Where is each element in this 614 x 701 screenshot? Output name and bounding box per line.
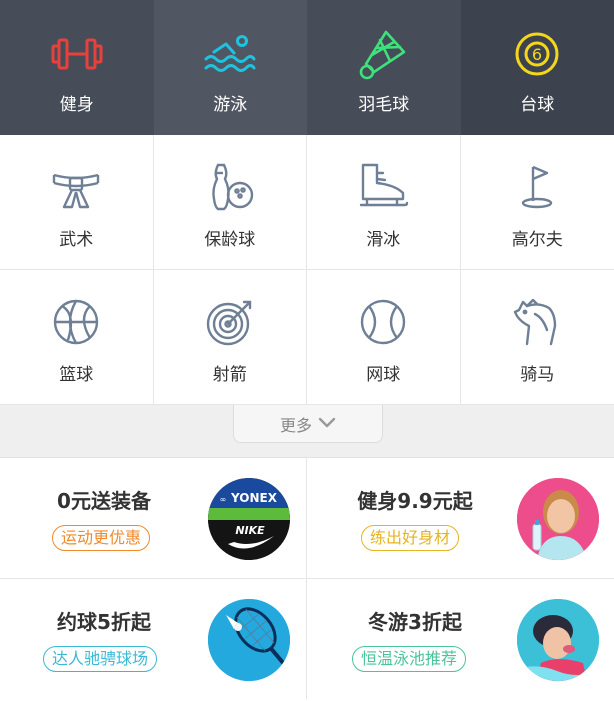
featured-sports-row: 健身 游泳 羽毛球 6 台球 <box>0 0 614 135</box>
sport-label: 健身 <box>59 95 94 115</box>
sport-label: 射箭 <box>212 365 247 385</box>
sport-label: 保龄球 <box>204 230 256 250</box>
promo-card-free-gear[interactable]: 0元送装备 运动更优惠 YONEX ∞ NIKE <box>0 458 307 578</box>
sports-grid-row: 武术 保龄球 滑冰 高尔夫 <box>0 135 614 270</box>
sport-item-swimming[interactable]: 游泳 <box>153 0 307 135</box>
swimmer-icon <box>202 26 258 82</box>
sport-item-badminton[interactable]: 羽毛球 <box>307 0 461 135</box>
promo-row: 0元送装备 运动更优惠 YONEX ∞ NIKE 健身9.9元起 练出好身材 <box>0 458 614 579</box>
sport-label: 武术 <box>59 230 94 250</box>
promo-title: 约球5折起 <box>57 610 151 634</box>
promo-title: 0元送装备 <box>57 489 151 513</box>
sports-grid-row: 篮球 射箭 网球 骑马 <box>0 270 614 405</box>
promo-card-swimming[interactable]: 冬游3折起 恒温泳池推荐 <box>307 579 614 699</box>
promo-tag: 达人驰骋球场 <box>43 646 158 672</box>
sport-item-fitness[interactable]: 健身 <box>0 0 154 135</box>
yonex-nike-logo: YONEX ∞ NIKE <box>208 478 290 560</box>
promo-title: 健身9.9元起 <box>357 489 473 513</box>
sport-label: 羽毛球 <box>358 95 410 115</box>
billiard-ball-icon: 6 <box>509 26 565 82</box>
promo-card-fitness[interactable]: 健身9.9元起 练出好身材 <box>307 458 614 578</box>
more-strip: 更多 <box>0 405 614 458</box>
martial-arts-belt-icon <box>50 161 102 213</box>
bowling-icon <box>204 161 256 213</box>
sport-item-bowling[interactable]: 保龄球 <box>154 135 307 269</box>
sport-label: 滑冰 <box>366 230 401 250</box>
sport-item-horse-riding[interactable]: 骑马 <box>461 270 614 404</box>
svg-text:6: 6 <box>532 45 542 64</box>
more-label: 更多 <box>279 415 312 435</box>
promo-tag: 恒温泳池推荐 <box>352 646 467 672</box>
sport-item-billiards[interactable]: 6 台球 <box>460 0 614 135</box>
sport-item-basketball[interactable]: 篮球 <box>0 270 154 404</box>
swimmer-woman-photo <box>517 599 599 681</box>
sport-item-golf[interactable]: 高尔夫 <box>461 135 614 269</box>
sport-item-skating[interactable]: 滑冰 <box>307 135 461 269</box>
sport-label: 游泳 <box>213 95 248 115</box>
horse-icon <box>511 296 563 348</box>
promotions: 0元送装备 运动更优惠 YONEX ∞ NIKE 健身9.9元起 练出好身材 约… <box>0 458 614 700</box>
promo-title: 冬游3折起 <box>368 610 462 634</box>
sport-item-archery[interactable]: 射箭 <box>154 270 307 404</box>
sport-item-tennis[interactable]: 网球 <box>307 270 461 404</box>
promo-tag: 运动更优惠 <box>52 525 151 551</box>
sport-label: 高尔夫 <box>511 230 563 250</box>
svg-text:YONEX: YONEX <box>230 491 278 505</box>
svg-text:∞: ∞ <box>220 495 227 504</box>
sport-item-martial-arts[interactable]: 武术 <box>0 135 154 269</box>
sports-grid: 武术 保龄球 滑冰 高尔夫 篮球 射箭 网球 骑马 <box>0 135 614 405</box>
sport-label: 骑马 <box>520 365 555 385</box>
tennis-ball-icon <box>357 296 409 348</box>
promo-card-court-booking[interactable]: 约球5折起 达人驰骋球场 <box>0 579 307 699</box>
basketball-icon <box>50 296 102 348</box>
archery-target-icon <box>204 296 256 348</box>
chevron-down-icon <box>318 414 336 433</box>
sport-label: 网球 <box>366 365 401 385</box>
more-button[interactable]: 更多 <box>233 405 383 443</box>
golf-flag-icon <box>511 161 563 213</box>
badminton-racket-photo <box>208 599 290 681</box>
ice-skate-icon <box>357 161 409 213</box>
sport-label: 篮球 <box>59 365 94 385</box>
fitness-woman-photo <box>517 478 599 560</box>
promo-tag: 练出好身材 <box>361 525 460 551</box>
svg-text:NIKE: NIKE <box>235 524 265 537</box>
shuttlecock-icon <box>356 26 412 82</box>
dumbbell-icon <box>49 26 105 82</box>
sport-label: 台球 <box>520 95 555 115</box>
promo-row: 约球5折起 达人驰骋球场 冬游3折起 恒温泳池推荐 <box>0 579 614 700</box>
